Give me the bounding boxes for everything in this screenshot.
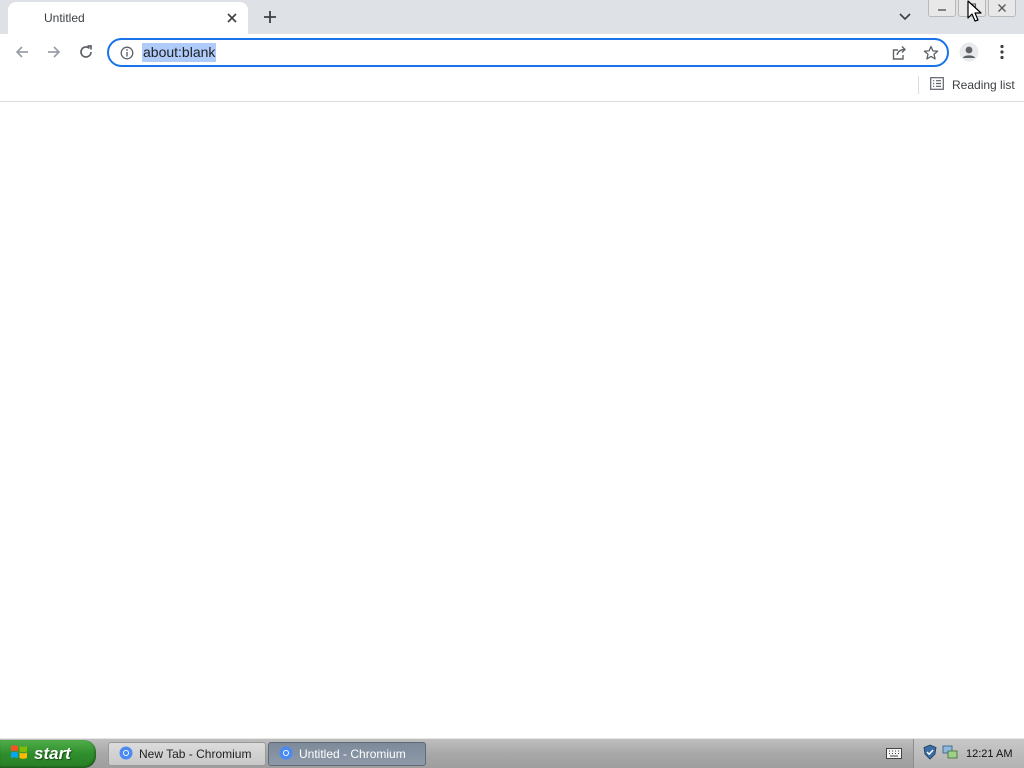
close-icon[interactable]: [222, 8, 242, 28]
star-icon[interactable]: [921, 43, 941, 63]
taskbar: start New Tab - Chromium Untitled - Chro…: [0, 738, 1024, 768]
page-content[interactable]: [0, 103, 1024, 738]
address-bar[interactable]: about:blank: [107, 38, 949, 67]
kebab-menu-icon[interactable]: [988, 38, 1016, 66]
reading-list-button[interactable]: Reading list: [926, 74, 1018, 96]
taskbar-window-label: New Tab - Chromium: [139, 747, 252, 761]
share-icon[interactable]: [889, 43, 909, 63]
arrow-right-icon[interactable]: [40, 38, 68, 66]
close-window-button[interactable]: [988, 0, 1016, 17]
avatar-icon[interactable]: [955, 38, 983, 66]
start-label: start: [34, 744, 71, 763]
reading-list-label: Reading list: [952, 78, 1015, 92]
tab-title: Untitled: [44, 11, 85, 25]
reading-list-icon: [930, 77, 944, 93]
clock[interactable]: 12:21 AM: [966, 748, 1012, 760]
taskbar-window-label: Untitled - Chromium: [299, 747, 406, 761]
taskbar-window-untitled[interactable]: Untitled - Chromium: [268, 742, 426, 766]
start-button[interactable]: start: [0, 740, 96, 768]
arrow-left-icon[interactable]: [8, 38, 36, 66]
chromium-icon: [279, 746, 293, 763]
windows-logo-icon: [10, 743, 28, 766]
taskbar-window-new-tab[interactable]: New Tab - Chromium: [108, 742, 266, 766]
toolbar: about:blank: [0, 34, 1024, 70]
security-shield-icon[interactable]: [922, 744, 938, 763]
bookmarks-bar: Reading list: [0, 70, 1024, 102]
chromium-icon: [119, 746, 133, 763]
chevron-down-icon[interactable]: [894, 6, 916, 28]
keyboard-icon[interactable]: [886, 746, 902, 760]
url-text[interactable]: about:blank: [142, 43, 217, 62]
system-tray: 12:21 AM: [913, 739, 1024, 768]
minimize-button[interactable]: [928, 0, 956, 17]
reload-icon[interactable]: [72, 38, 100, 66]
mouse-cursor-icon: [967, 0, 982, 22]
plus-icon[interactable]: [258, 5, 282, 29]
bookmarks-separator: [918, 76, 919, 94]
tab-strip: Untitled: [0, 0, 1024, 34]
network-icon[interactable]: [942, 744, 958, 763]
info-icon[interactable]: [119, 45, 135, 61]
tab-untitled[interactable]: Untitled: [8, 2, 248, 34]
